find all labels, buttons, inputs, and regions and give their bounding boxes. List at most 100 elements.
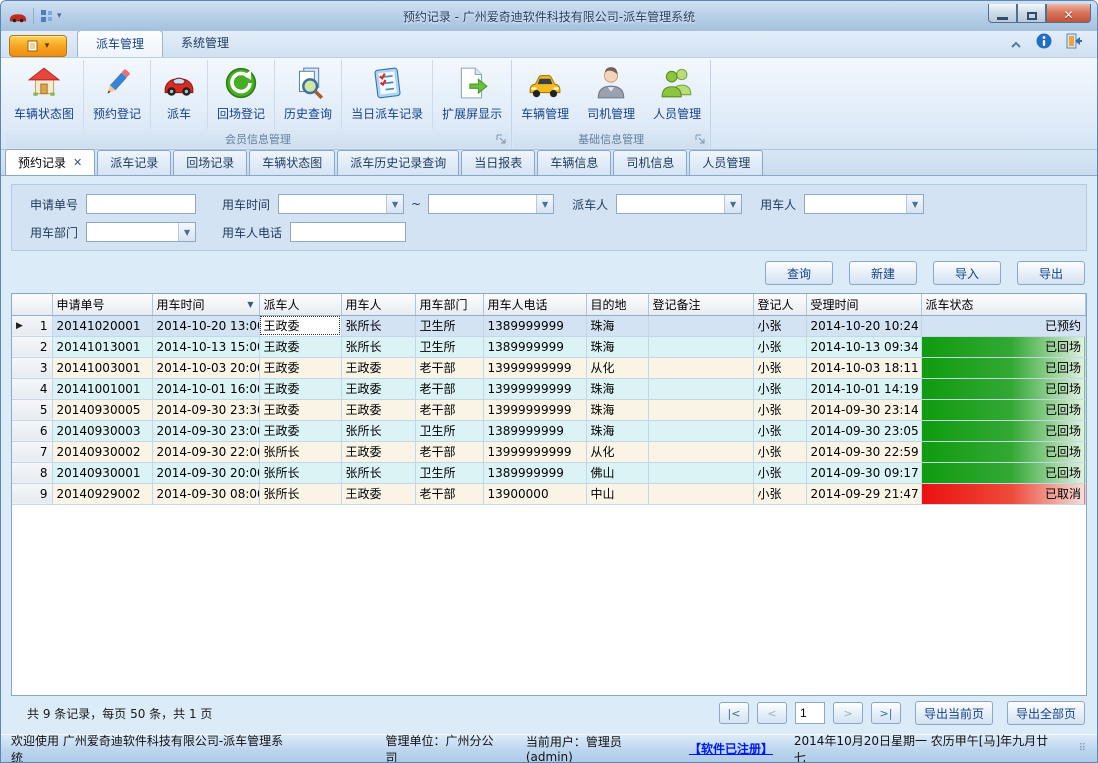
table-cell[interactable]: 小张 (753, 336, 806, 357)
table-cell[interactable]: 2014-09-29 21:47 (806, 483, 921, 504)
table-row[interactable]: 5201409300052014-09-30 23:30王政委王政委老干部139… (12, 399, 1086, 420)
table-cell[interactable]: 王政委 (259, 378, 341, 399)
ribbon-button[interactable]: 司机管理 (578, 60, 644, 129)
license-link[interactable]: 【软件已注册】 (689, 740, 772, 757)
dispatch-status-cell[interactable]: 已回场 (921, 378, 1086, 399)
document-tab[interactable]: 预约记录✕ (5, 149, 95, 175)
table-cell[interactable]: 2014-10-03 20:00 (152, 357, 259, 378)
table-cell[interactable] (648, 399, 753, 420)
table-cell[interactable]: 2014-09-30 23:30 (152, 399, 259, 420)
table-cell[interactable]: 卫生所 (415, 336, 483, 357)
dispatch-status-cell[interactable]: 已回场 (921, 399, 1086, 420)
ribbon-button[interactable]: 预约登记 (84, 60, 151, 129)
table-cell[interactable]: 王政委 (259, 336, 341, 357)
dialog-launcher-icon[interactable] (695, 134, 706, 145)
table-cell[interactable]: 张所长 (341, 336, 415, 357)
table-cell[interactable]: 2014-10-13 09:34 (806, 336, 921, 357)
table-cell[interactable]: 1389999999 (483, 315, 586, 336)
column-header[interactable]: 登记备注 (648, 294, 753, 315)
table-cell[interactable]: 老干部 (415, 441, 483, 462)
table-cell[interactable]: 13999999999 (483, 399, 586, 420)
dispatch-status-cell[interactable]: 已回场 (921, 336, 1086, 357)
ribbon-button[interactable]: 派车 (151, 60, 208, 129)
request-no-input[interactable] (86, 194, 196, 214)
column-header[interactable]: 申请单号 (52, 294, 152, 315)
table-cell[interactable]: 珠海 (586, 399, 648, 420)
document-tab[interactable]: 当日报表 (461, 150, 535, 175)
document-tab[interactable]: 派车历史记录查询 (337, 150, 459, 175)
document-tab[interactable]: 派车记录 (97, 150, 171, 175)
table-row[interactable]: 7201409300022014-09-30 22:00张所长王政委老干部139… (12, 441, 1086, 462)
table-row[interactable]: 2201410130012014-10-13 15:00王政委张所长卫生所138… (12, 336, 1086, 357)
table-cell[interactable]: 王政委 (259, 420, 341, 441)
table-row[interactable]: 4201410010012014-10-01 16:00王政委王政委老干部139… (12, 378, 1086, 399)
resize-grip[interactable]: ⠿ (1079, 743, 1087, 754)
dialog-launcher-icon[interactable] (496, 134, 507, 145)
table-cell[interactable] (648, 315, 753, 336)
table-cell[interactable]: 2014-10-01 14:19 (806, 378, 921, 399)
table-cell[interactable]: 20141003001 (52, 357, 152, 378)
table-cell[interactable]: 20140930005 (52, 399, 152, 420)
table-cell[interactable]: 小张 (753, 462, 806, 483)
table-cell[interactable]: 小张 (753, 399, 806, 420)
table-cell[interactable] (648, 336, 753, 357)
table-cell[interactable]: 珠海 (586, 420, 648, 441)
table-cell[interactable]: 2014-10-20 10:24 (806, 315, 921, 336)
column-header[interactable]: 派车状态 (921, 294, 1086, 315)
table-cell[interactable]: 王政委 (259, 357, 341, 378)
dispatch-status-cell[interactable]: 已取消 (921, 483, 1086, 504)
column-header[interactable]: 用车人 (341, 294, 415, 315)
table-cell[interactable]: 卫生所 (415, 420, 483, 441)
app-menu-button[interactable]: ▾ (9, 35, 67, 57)
ribbon-button[interactable]: 扩展屏显示 (433, 60, 511, 129)
ribbon-button[interactable]: 历史查询 (275, 60, 342, 129)
ribbon-tab[interactable]: 系统管理 (163, 30, 247, 57)
table-cell[interactable]: 张所长 (341, 420, 415, 441)
table-cell[interactable]: 张所长 (259, 483, 341, 504)
table-cell[interactable]: 老干部 (415, 357, 483, 378)
table-cell[interactable]: 王政委 (341, 441, 415, 462)
table-cell[interactable]: 从化 (586, 357, 648, 378)
phone-input[interactable] (290, 222, 406, 242)
table-cell[interactable]: 从化 (586, 441, 648, 462)
document-tab[interactable]: 车辆信息 (537, 150, 611, 175)
row-header[interactable]: 9 (12, 483, 52, 504)
import-button[interactable]: 导入 (933, 261, 1001, 285)
table-cell[interactable]: 老干部 (415, 483, 483, 504)
table-cell[interactable]: 20140930002 (52, 441, 152, 462)
info-icon[interactable] (1036, 33, 1052, 53)
table-cell[interactable]: 2014-09-30 23:14 (806, 399, 921, 420)
table-cell[interactable]: 中山 (586, 483, 648, 504)
new-button[interactable]: 新建 (849, 261, 917, 285)
next-page-button[interactable]: > (833, 702, 863, 724)
prev-page-button[interactable]: < (757, 702, 787, 724)
table-cell[interactable]: 13999999999 (483, 378, 586, 399)
dispatcher-combo[interactable]: ▼ (616, 194, 742, 214)
ribbon-tab[interactable]: 派车管理 (77, 30, 163, 57)
table-row[interactable]: 9201409290022014-09-30 08:00张所长王政委老干部139… (12, 483, 1086, 504)
table-cell[interactable] (648, 378, 753, 399)
department-combo[interactable]: ▼ (86, 222, 196, 242)
table-cell[interactable]: 1389999999 (483, 336, 586, 357)
table-cell[interactable]: 小张 (753, 315, 806, 336)
document-tab[interactable]: 回场记录 (173, 150, 247, 175)
table-cell[interactable]: 小张 (753, 378, 806, 399)
row-header[interactable]: 4 (12, 378, 52, 399)
table-cell[interactable]: 13900000 (483, 483, 586, 504)
close-button[interactable]: ✕ (1046, 4, 1091, 23)
column-header[interactable]: 登记人 (753, 294, 806, 315)
column-header[interactable]: 目的地 (586, 294, 648, 315)
table-cell[interactable]: 20140930003 (52, 420, 152, 441)
table-cell[interactable]: 张所长 (259, 462, 341, 483)
car-user-combo[interactable]: ▼ (804, 194, 924, 214)
first-page-button[interactable]: |< (719, 702, 749, 724)
column-header[interactable]: 用车人电话 (483, 294, 586, 315)
ribbon-button[interactable]: 车辆状态图 (5, 60, 84, 129)
column-header[interactable]: 派车人 (259, 294, 341, 315)
row-header[interactable]: 5 (12, 399, 52, 420)
dispatch-status-cell[interactable]: 已回场 (921, 420, 1086, 441)
table-cell[interactable]: 张所长 (341, 462, 415, 483)
table-cell[interactable]: 王政委 (341, 399, 415, 420)
table-cell[interactable]: 珠海 (586, 336, 648, 357)
table-cell[interactable]: 王政委 (259, 399, 341, 420)
